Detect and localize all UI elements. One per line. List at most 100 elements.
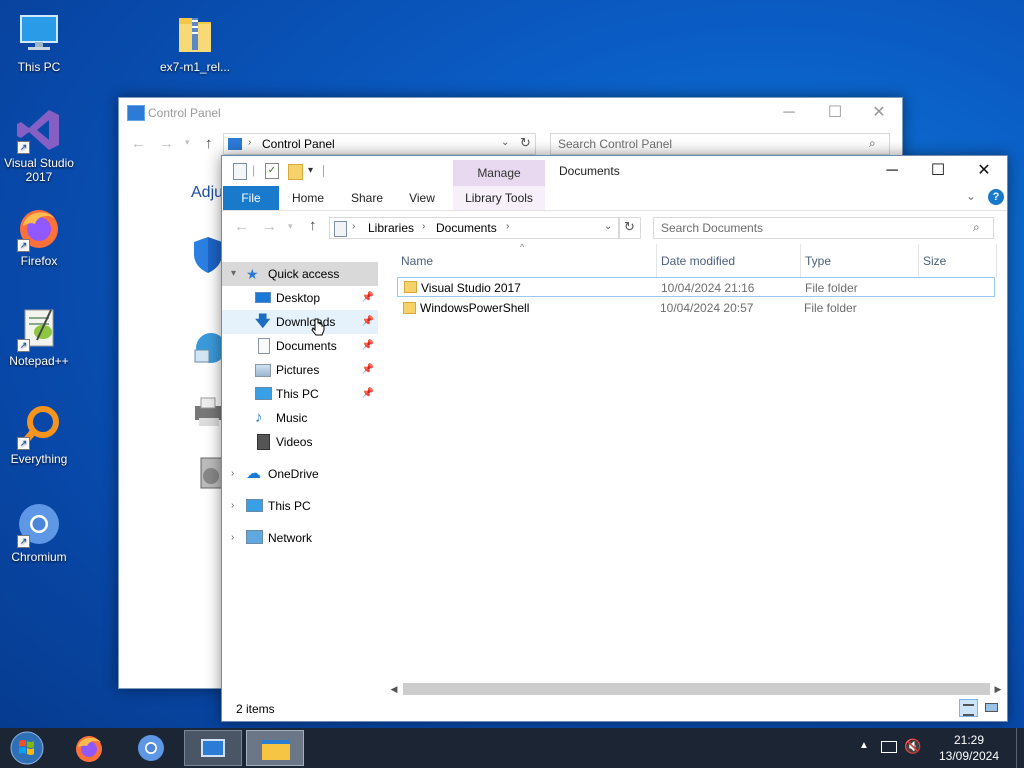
tab-share[interactable]: Share [342,186,392,210]
back-arrow-icon[interactable]: ← [234,218,249,235]
taskbar-control-panel[interactable] [184,730,242,766]
start-button[interactable] [0,728,52,768]
up-arrow-icon[interactable]: ↑ [309,217,317,234]
desktop-icon-visual-studio[interactable]: ↗ Visual Studio 2017 [1,106,77,184]
forward-arrow-icon[interactable]: → [262,218,277,235]
taskbar-file-explorer[interactable] [246,730,304,766]
desktop-icon-zip-folder[interactable]: ex7-m1_rel... [157,10,233,74]
chromium-icon [138,735,164,761]
column-header-name[interactable]: Name [397,244,657,278]
network-icon [246,530,263,544]
tab-file[interactable]: File [223,186,279,210]
maximize-button[interactable]: ☐ [915,156,961,186]
explorer-address-bar[interactable]: › Libraries › Documents › ⌄ [329,217,619,239]
minimize-button[interactable]: ─ [869,156,915,186]
up-arrow-icon[interactable]: ↑ [205,135,213,152]
taskbar-chromium[interactable] [128,728,174,768]
file-row[interactable]: WindowsPowerShell 10/04/2024 20:57 File … [397,298,995,318]
large-icons-view-button[interactable] [982,699,1001,717]
tab-home[interactable]: Home [283,186,333,210]
navigation-pane[interactable]: ▾ ★ Quick access Desktop 📌 🡇 Downloads 📌… [222,260,382,680]
column-header-date[interactable]: Date modified [657,244,801,278]
firefox-icon: ↗ [15,204,63,252]
taskbar-firefox[interactable] [66,728,112,768]
chevron-right-icon[interactable]: › [231,494,234,518]
new-folder-icon[interactable] [288,164,303,180]
nav-item-documents[interactable]: Documents 📌 [222,334,378,358]
music-note-icon: ♪ [255,409,263,426]
everything-search-icon: ↗ [15,402,63,450]
scroll-left-icon[interactable]: ◀ [386,682,402,696]
taskbar-clock[interactable]: 21:29 13/09/2024 [930,732,1008,764]
nav-item-downloads[interactable]: 🡇 Downloads 📌 [222,310,378,334]
breadcrumb-documents[interactable]: Documents [436,221,497,235]
nav-label: This PC [276,387,319,401]
desktop-icon-this-pc[interactable]: This PC [1,10,77,74]
chevron-right-icon[interactable]: › [231,462,234,486]
desktop-icon-everything[interactable]: ↗ Everything [1,402,77,466]
close-button[interactable]: ✕ [856,98,902,128]
nav-network[interactable]: › Network [222,526,378,550]
nav-quick-access[interactable]: ▾ ★ Quick access [222,262,378,286]
explorer-titlebar[interactable]: | ✓ ▾ Manage Documents ─ ☐ ✕ [222,156,1007,186]
address-dropdown-icon[interactable]: ⌄ [501,137,509,148]
nav-item-music[interactable]: ♪ Music [222,406,378,430]
nav-item-pictures[interactable]: Pictures 📌 [222,358,378,382]
explorer-window[interactable]: | ✓ ▾ Manage Documents ─ ☐ ✕ File Home S… [221,155,1008,722]
desktop-icon-chromium[interactable]: ↗ Chromium [1,500,77,564]
recent-dropdown-icon[interactable]: ▾ [185,137,190,148]
file-row[interactable]: Visual Studio 2017 10/04/2024 21:16 File… [397,277,995,297]
refresh-icon[interactable]: ↻ [520,135,531,151]
manage-contextual-tab[interactable]: Manage [453,160,545,186]
desktop-icon-firefox[interactable]: ↗ Firefox [1,204,77,268]
control-panel-address-bar[interactable]: › Control Panel ⌄ ↻ [223,133,536,155]
qat-dropdown-icon[interactable]: ▾ [308,165,313,176]
help-icon[interactable]: ? [988,189,1004,205]
pin-icon[interactable]: 📌 [362,334,374,358]
file-list[interactable]: ^ Name Date modified Type Size Visual St… [397,242,997,682]
scroll-right-icon[interactable]: ▶ [990,682,1006,696]
breadcrumb-libraries[interactable]: Libraries [368,221,414,235]
desktop-icon-notepadpp[interactable]: ↗ Notepad++ [1,304,77,368]
file-date: 10/04/2024 21:16 [661,281,755,295]
tab-library-tools[interactable]: Library Tools [453,186,545,210]
show-desktop-button[interactable] [1016,728,1024,768]
show-hidden-icons-button[interactable]: ▲ [859,740,869,751]
ribbon-expand-icon[interactable]: ⌄ [966,189,976,203]
explorer-search-input[interactable]: Search Documents [653,217,994,239]
column-header-type[interactable]: Type [801,244,919,278]
horizontal-scrollbar[interactable]: ◀ ▶ [386,682,1006,696]
column-header-size[interactable]: Size [919,244,997,278]
nav-item-videos[interactable]: Videos [222,430,378,454]
desktop-icon-label: This PC [17,60,61,74]
refresh-button[interactable]: ↻ [619,217,641,239]
chevron-right-icon[interactable]: › [231,526,234,550]
pin-icon[interactable]: 📌 [362,382,374,406]
nav-item-desktop[interactable]: Desktop 📌 [222,286,378,310]
tab-view[interactable]: View [398,186,446,210]
minimize-button[interactable]: ─ [766,98,812,128]
volume-muted-icon[interactable]: 🔇 [904,738,921,755]
properties-icon[interactable] [233,163,247,180]
pin-icon[interactable]: 📌 [362,358,374,382]
recent-dropdown-icon[interactable]: ▾ [288,221,293,232]
nav-item-this-pc[interactable]: This PC 📌 [222,382,378,406]
scroll-thumb[interactable] [403,683,990,695]
details-view-button[interactable] [959,699,978,717]
status-item-count: 2 items [236,702,275,716]
control-panel-breadcrumb[interactable]: Control Panel [262,137,335,151]
maximize-button[interactable]: ☐ [812,98,858,128]
pin-icon[interactable]: 📌 [362,310,374,334]
checkmark-icon[interactable]: ✓ [265,163,279,179]
control-panel-titlebar[interactable]: Control Panel ─ ☐ ✕ [119,98,902,128]
control-panel-search-input[interactable]: Search Control Panel [550,133,890,155]
network-status-icon[interactable] [881,741,897,753]
address-dropdown-icon[interactable]: ⌄ [604,221,612,232]
forward-arrow-icon[interactable]: → [159,135,174,152]
pin-icon[interactable]: 📌 [362,286,374,310]
close-button[interactable]: ✕ [961,156,1007,186]
nav-this-pc[interactable]: › This PC [222,494,378,518]
nav-onedrive[interactable]: › ☁ OneDrive [222,462,378,486]
chevron-down-icon[interactable]: ▾ [231,262,236,286]
back-arrow-icon[interactable]: ← [131,135,146,152]
